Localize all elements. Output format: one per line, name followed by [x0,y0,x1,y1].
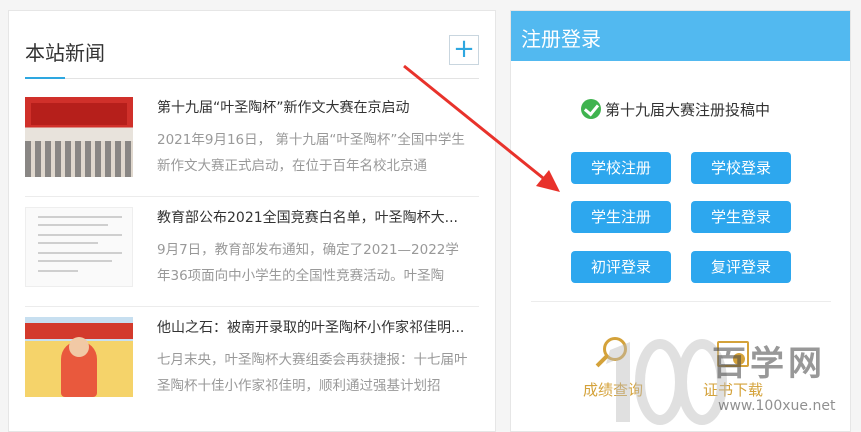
news-panel-title: 本站新闻 [25,41,105,65]
news-item-summary: 9月7日，教育部发布通知，确定了2021—2022学年36项面向中小学生的全国性… [157,242,459,284]
thumbnail-stage [31,103,127,125]
school-login-button[interactable]: 学校登录 [691,152,791,184]
news-item-title[interactable]: 他山之石：被南开录取的叶圣陶杯小作家祁佳明... [157,317,479,337]
news-item-title[interactable]: 教育部公布2021全国竞赛白名单，叶圣陶杯大... [157,207,479,227]
news-item-title[interactable]: 第十九届“叶圣陶杯”新作文大赛在京启动 [157,97,479,117]
watermark-url: www.100xue.net [718,398,836,414]
register-panel-title: 注册登录 [521,27,601,51]
document-line [38,224,108,226]
news-header: 本站新闻 + [25,23,479,79]
thumbnail-audience [25,141,133,177]
news-item[interactable]: 第十九届“叶圣陶杯”新作文大赛在京启动 2021年9月16日， 第十九届“叶圣陶… [25,97,479,197]
more-news-button[interactable]: + [449,35,479,65]
news-item[interactable]: 教育部公布2021全国竞赛白名单，叶圣陶杯大... 9月7日，教育部发布通知，确… [25,207,479,307]
news-item[interactable]: 他山之石：被南开录取的叶圣陶杯小作家祁佳明... 七月末央，叶圣陶杯大赛组委会再… [25,317,479,417]
student-register-button[interactable]: 学生注册 [571,201,671,233]
registration-status: 第十九届大赛注册投稿中 [581,99,770,120]
document-line [38,252,122,254]
news-item-summary: 七月末央，叶圣陶杯大赛组委会再获捷报：十七届叶圣陶杯十佳小作家祁佳明，顺利通过强… [157,352,468,394]
news-item-summary: 2021年9月16日， 第十九届“叶圣陶杯”全国中学生新作文大赛正式启动，在位于… [157,132,465,174]
document-line [38,270,78,272]
registration-status-text: 第十九届大赛注册投稿中 [605,101,771,119]
thumbnail-face [69,337,89,357]
document-line [38,234,122,236]
title-underline [25,77,65,79]
student-login-button[interactable]: 学生登录 [691,201,791,233]
panel-divider [531,301,831,302]
document-line [38,260,112,262]
register-header: 注册登录 [511,11,850,61]
first-review-login-button[interactable]: 初评登录 [571,251,671,283]
check-icon [581,99,601,119]
news-panel: 本站新闻 + 第十九届“叶圣陶杯”新作文大赛在京启动 2021年9月16日， 第… [8,10,496,432]
document-line [38,216,122,218]
page: 本站新闻 + 第十九届“叶圣陶杯”新作文大赛在京启动 2021年9月16日， 第… [0,0,861,432]
second-review-login-button[interactable]: 复评登录 [691,251,791,283]
news-thumbnail[interactable] [25,207,133,287]
document-line [38,242,98,244]
school-register-button[interactable]: 学校注册 [571,152,671,184]
news-thumbnail[interactable] [25,317,133,397]
news-thumbnail[interactable] [25,97,133,177]
watermark-text: 百学网 [712,344,826,384]
